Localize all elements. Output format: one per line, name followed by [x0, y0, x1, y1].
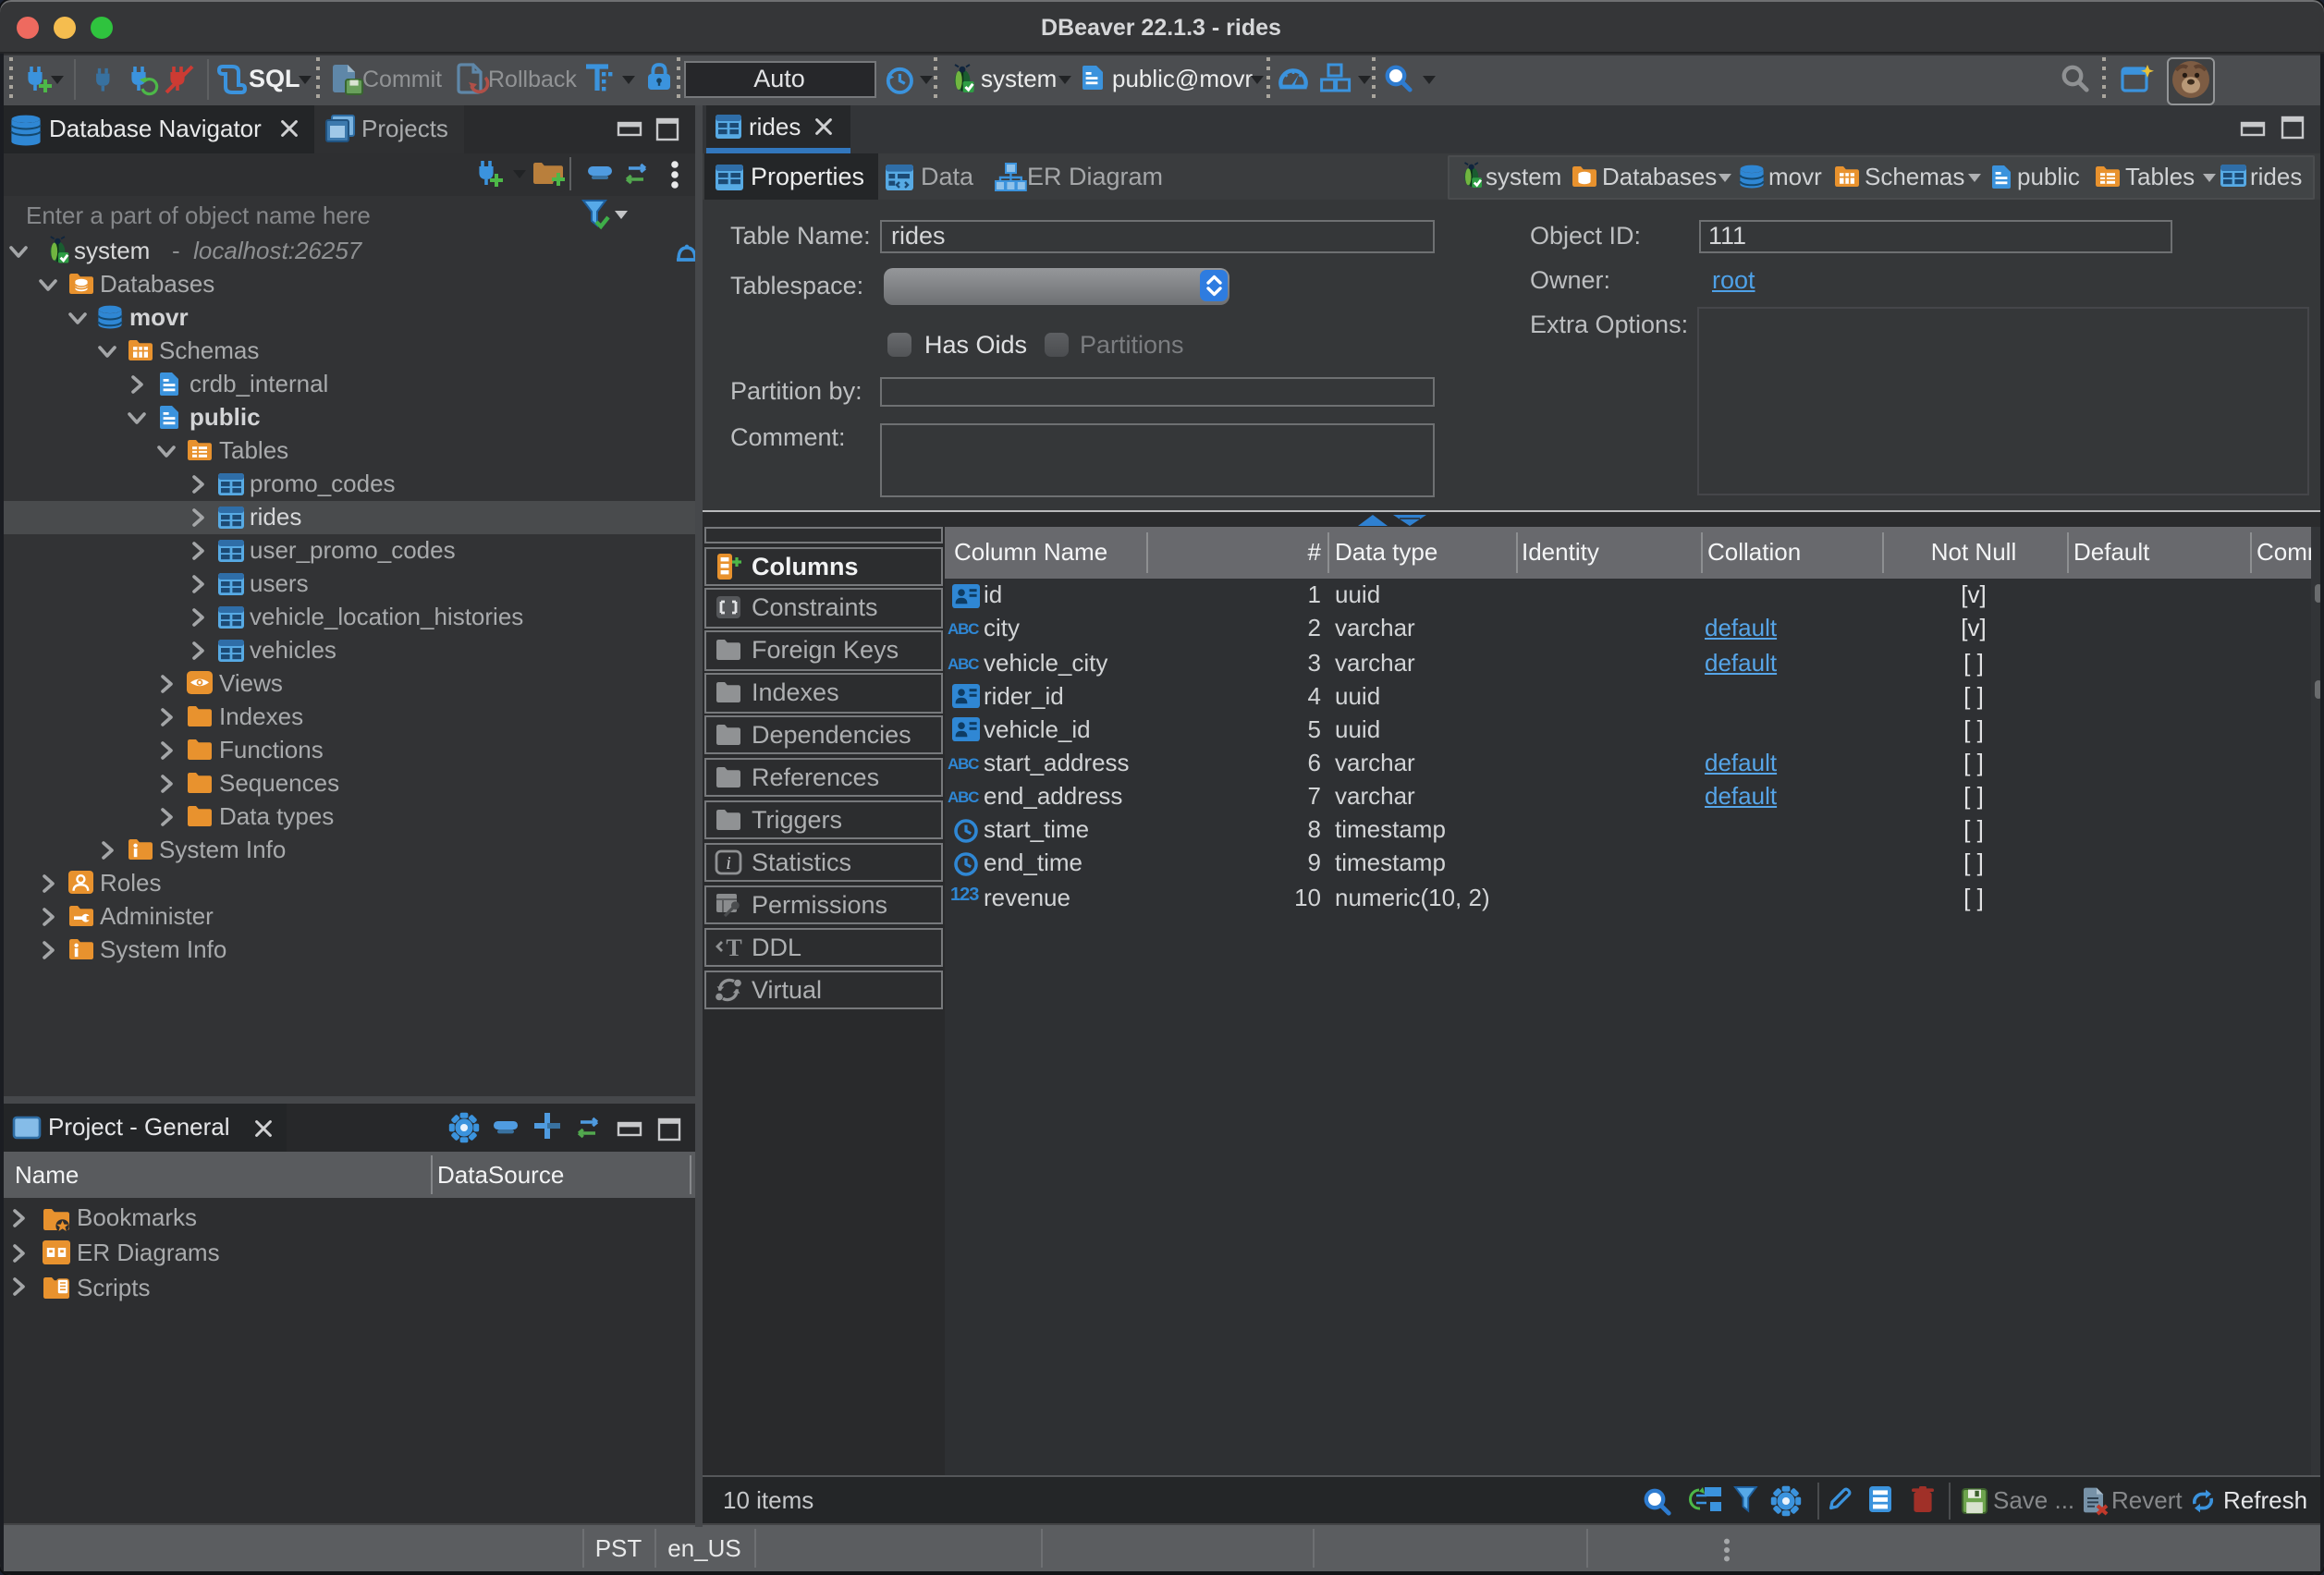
svg-text:i: i — [726, 853, 731, 873]
svg-text:T: T — [726, 934, 741, 960]
